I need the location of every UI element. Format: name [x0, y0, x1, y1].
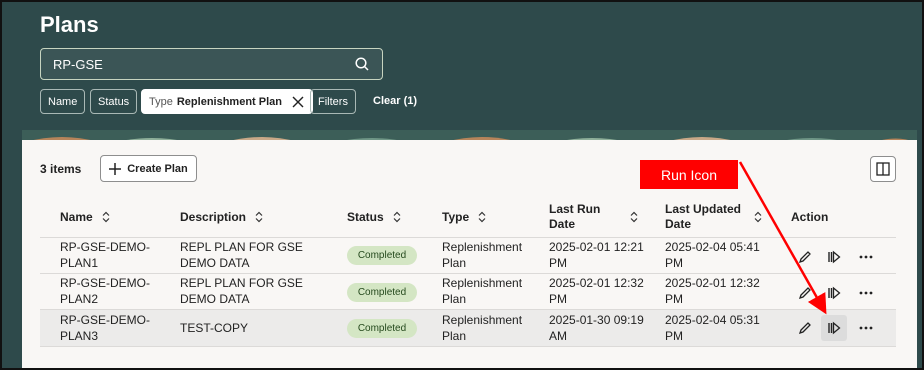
item-count: 3 items [40, 162, 82, 176]
sort-icon[interactable] [753, 211, 763, 223]
create-plan-label: Create Plan [127, 162, 188, 175]
app-frame: Plans RP-GSE Name Status Type Replenishm… [0, 0, 924, 370]
sort-icon[interactable] [629, 211, 639, 223]
search-input[interactable]: RP-GSE [40, 48, 383, 80]
run-icon-callout: Run Icon [640, 160, 738, 189]
column-header-action-label: Action [791, 210, 829, 224]
row-divider [40, 309, 896, 310]
cell-last-updated: 2025-02-01 12:32 PM [665, 276, 760, 306]
column-header-last-updated-label: Last Updated Date [665, 202, 742, 231]
sort-icon[interactable] [254, 211, 264, 223]
column-header-last-updated[interactable]: Last Updated Date [665, 202, 775, 232]
status-filter-label: Status [98, 95, 130, 108]
filters-button[interactable]: Filters [310, 89, 356, 114]
column-header-action: Action [791, 210, 828, 224]
cell-name[interactable]: RP-GSE-DEMO-PLAN2 [60, 275, 160, 307]
column-header-last-run-label: Last Run Date [549, 202, 601, 231]
more-icon[interactable] [856, 283, 876, 303]
column-header-description-label: Description [180, 210, 247, 224]
more-icon[interactable] [856, 247, 876, 267]
create-plan-button[interactable]: Create Plan [100, 155, 197, 182]
plans-table-card: 3 items Create Plan Name Description Sta… [22, 140, 917, 368]
panel-icon [876, 162, 890, 176]
cell-last-run: 2025-01-30 09:19 AM [549, 313, 644, 343]
search-value: RP-GSE [53, 56, 103, 72]
pencil-icon[interactable] [795, 318, 815, 338]
run-icon[interactable] [821, 315, 847, 341]
type-filter-key: Type [149, 95, 173, 108]
cell-last-run: 2025-02-01 12:21 PM [549, 240, 644, 270]
column-header-type-label: Type [442, 210, 470, 224]
pencil-icon[interactable] [795, 283, 815, 303]
status-badge: Completed [347, 319, 417, 338]
run-icon[interactable] [824, 247, 844, 267]
status-badge: Completed [347, 246, 417, 265]
type-filter-value: Replenishment Plan [176, 95, 282, 108]
column-header-type[interactable]: Type [442, 210, 487, 224]
column-header-name[interactable]: Name [60, 210, 111, 224]
page-title: Plans [40, 12, 99, 37]
column-header-name-label: Name [60, 210, 93, 224]
cell-last-updated: 2025-02-04 05:31 PM [665, 313, 760, 343]
cell-name[interactable]: RP-GSE-DEMO-PLAN3 [60, 312, 160, 344]
column-header-description[interactable]: Description [180, 210, 264, 224]
search-icon[interactable] [354, 56, 370, 72]
more-icon[interactable] [856, 318, 876, 338]
close-icon[interactable] [288, 92, 308, 112]
clear-filters-link[interactable]: Clear (1) [373, 95, 417, 107]
cell-description: REPL PLAN FOR GSE DEMO DATA [180, 240, 303, 270]
sort-icon[interactable] [101, 211, 111, 223]
pencil-icon[interactable] [795, 247, 815, 267]
name-filter-chip[interactable]: Name [40, 89, 86, 114]
cell-name[interactable]: RP-GSE-DEMO-PLAN1 [60, 239, 160, 271]
sort-icon[interactable] [477, 211, 487, 223]
column-header-status-label: Status [347, 210, 384, 224]
status-filter-chip[interactable]: Status [90, 89, 138, 114]
cell-last-updated: 2025-02-04 05:41 PM [665, 240, 760, 270]
name-filter-label: Name [48, 95, 78, 108]
plus-icon [109, 162, 122, 175]
status-badge: Completed [347, 283, 417, 302]
column-header-last-run[interactable]: Last Run Date [549, 202, 649, 232]
cell-type: Replenishment Plan [442, 276, 523, 306]
row-divider [40, 346, 896, 347]
cell-type: Replenishment Plan [442, 313, 523, 343]
filters-label: Filters [318, 95, 348, 108]
sort-icon[interactable] [392, 211, 402, 223]
cell-description: REPL PLAN FOR GSE DEMO DATA [180, 276, 303, 306]
column-header-status[interactable]: Status [347, 210, 402, 224]
cell-last-run: 2025-02-01 12:32 PM [549, 276, 644, 306]
row-divider [40, 273, 896, 274]
cell-type: Replenishment Plan [442, 240, 523, 270]
header-divider [40, 237, 896, 238]
panel-toggle-button[interactable] [870, 156, 896, 182]
run-icon[interactable] [824, 283, 844, 303]
type-filter-chip[interactable]: Type Replenishment Plan [141, 89, 313, 114]
cell-description: TEST-COPY [180, 321, 249, 335]
